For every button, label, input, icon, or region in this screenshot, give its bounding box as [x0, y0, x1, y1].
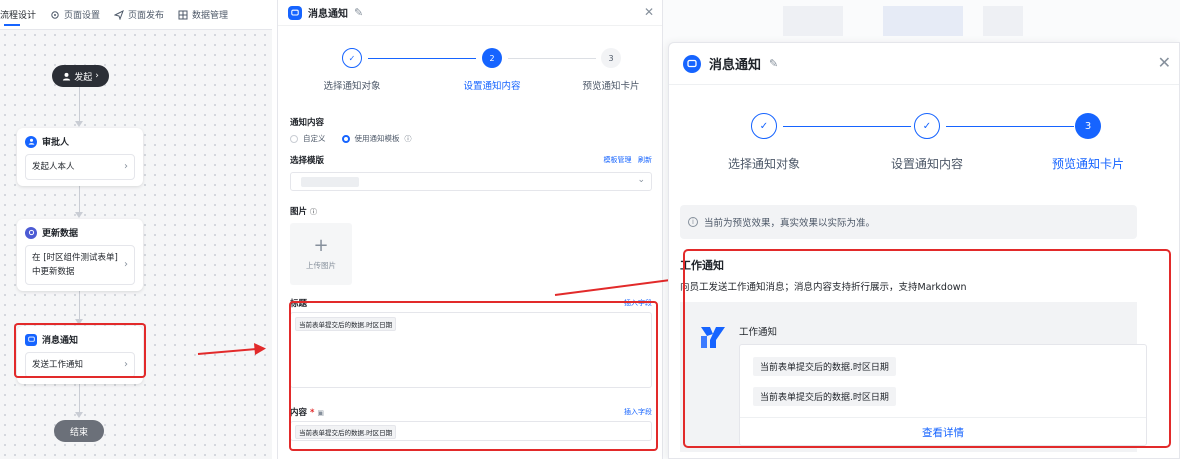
user-icon — [63, 72, 71, 81]
close-icon[interactable]: ✕ — [1158, 53, 1171, 72]
step-line — [508, 58, 596, 59]
preview-panel-header: 消息通知 ✎ — [669, 43, 1179, 85]
blurred-region — [983, 6, 1023, 36]
update-data-line2: 中更新数据 — [32, 267, 75, 277]
approver-node-value: 发起人本人 — [32, 162, 75, 172]
close-icon[interactable]: ✕ — [644, 5, 654, 19]
edit-icon[interactable]: ✎ — [769, 57, 778, 70]
update-data-node[interactable]: 更新数据 在 [时区组件测试表单] 中更新数据 › — [17, 219, 143, 291]
step-line — [368, 58, 476, 59]
radio-template[interactable] — [341, 134, 350, 143]
tab-flow-design[interactable]: 流程设计 — [0, 8, 37, 26]
update-data-node-body[interactable]: 在 [时区组件测试表单] 中更新数据 › — [25, 245, 135, 285]
step-1-circle: ✓ — [751, 113, 777, 139]
top-nav: 流程设计 页面设置 页面发布 数据管理 — [0, 0, 272, 30]
tab-page-settings[interactable]: 页面设置 — [50, 8, 100, 21]
content-type-radios: 自定义 使用通知模板 ⓘ — [290, 133, 652, 144]
start-node[interactable]: 发起 › — [52, 65, 109, 87]
chevron-right-icon: › — [124, 161, 128, 172]
tab-page-publish-label: 页面发布 — [128, 11, 165, 21]
start-node-label: 发起 — [74, 72, 93, 83]
highlight-box-preview — [683, 249, 1171, 448]
update-data-node-title: 更新数据 — [42, 229, 79, 239]
blurred-value — [301, 177, 359, 187]
red-arrow-icon — [197, 343, 266, 355]
refresh-icon — [25, 226, 37, 239]
radio-template-label[interactable]: 使用通知模板 — [355, 133, 400, 144]
step-1-circle: ✓ — [342, 48, 362, 68]
connector-arrow — [75, 412, 83, 418]
template-label: 选择模版 — [290, 156, 325, 166]
step-1-label[interactable]: 选择通知对象 — [323, 78, 380, 92]
connector — [79, 87, 80, 125]
info-icon: i — [688, 217, 698, 227]
preview-notice-text: 当前为预览效果，真实效果以实际为准。 — [704, 218, 876, 229]
grid-icon — [178, 10, 188, 19]
step-1-label[interactable]: 选择通知对象 — [728, 155, 800, 172]
upload-image-label: 上传图片 — [306, 260, 336, 270]
help-icon: ⓘ — [404, 134, 412, 143]
edit-icon[interactable]: ✎ — [354, 6, 363, 19]
connector-arrow — [75, 121, 83, 127]
tab-page-settings-label: 页面设置 — [64, 11, 101, 21]
update-data-line1: 在 [时区组件测试表单] — [32, 253, 118, 263]
tab-flow-design-label: 流程设计 — [0, 11, 37, 21]
flow-canvas[interactable]: 流程设计 页面设置 页面发布 数据管理 发起 › 审批人 发起人本人 › 更新数… — [0, 0, 272, 459]
step-3-circle: 3 — [1075, 113, 1101, 139]
highlight-box-node — [14, 323, 146, 378]
send-icon — [114, 9, 124, 20]
preview-panel-title: 消息通知 — [709, 58, 762, 73]
end-node-label: 结束 — [69, 427, 88, 438]
chevron-right-icon: › — [95, 71, 99, 81]
image-label: 图片 ⓘ — [290, 207, 317, 217]
step-2-circle: ✓ — [914, 113, 940, 139]
panel-title: 消息通知 — [308, 9, 348, 20]
steps: ✓ 2 3 选择通知对象 设置通知内容 预览通知卡片 — [298, 48, 644, 98]
step-3-label[interactable]: 预览通知卡片 — [582, 78, 639, 92]
chat-icon — [288, 5, 302, 20]
screenshot-root: 流程设计 页面设置 页面发布 数据管理 发起 › 审批人 发起人本人 › 更新数… — [0, 0, 1180, 459]
panel-header: 消息通知 ✎ — [278, 0, 662, 26]
gear-icon — [51, 10, 59, 19]
radio-custom-label[interactable]: 自定义 — [303, 133, 326, 144]
chevron-right-icon: › — [124, 259, 128, 270]
step-2-circle: 2 — [482, 48, 502, 68]
tab-data-manage[interactable]: 数据管理 — [178, 8, 228, 21]
template-refresh-link[interactable]: 刷新 — [638, 156, 652, 164]
chat-icon — [683, 54, 701, 73]
help-icon: ⓘ — [309, 208, 317, 216]
radio-custom[interactable] — [290, 134, 298, 143]
blurred-region — [883, 6, 963, 36]
approver-node[interactable]: 审批人 发起人本人 › — [17, 128, 143, 186]
user-icon — [25, 135, 37, 148]
approver-node-title: 审批人 — [42, 138, 70, 148]
tab-page-publish[interactable]: 页面发布 — [114, 8, 164, 21]
template-select[interactable]: ⌄ — [290, 172, 652, 191]
plus-icon: + — [313, 234, 329, 256]
approver-node-body[interactable]: 发起人本人 › — [25, 154, 135, 180]
content-label: 通知内容 — [290, 118, 325, 128]
template-manage-link[interactable]: 模板管理 — [603, 156, 631, 164]
highlight-box-form — [289, 301, 658, 451]
end-node: 结束 — [54, 420, 104, 442]
connector-arrow — [75, 212, 83, 218]
step-2-label[interactable]: 设置通知内容 — [463, 78, 520, 92]
upload-image-button[interactable]: + 上传图片 — [290, 223, 352, 285]
step-2-label[interactable]: 设置通知内容 — [891, 155, 963, 172]
blurred-region — [783, 6, 843, 36]
steps: ✓ ✓ 3 选择通知对象 设置通知内容 预览通知卡片 — [689, 113, 1159, 173]
preview-notice: i 当前为预览效果，真实效果以实际为准。 — [680, 205, 1137, 239]
step-3-circle: 3 — [601, 48, 621, 68]
step-line — [946, 126, 1074, 127]
step-line — [783, 126, 911, 127]
chevron-down-icon: ⌄ — [637, 175, 645, 185]
tab-data-manage-label: 数据管理 — [192, 11, 229, 21]
step-3-label[interactable]: 预览通知卡片 — [1052, 155, 1124, 172]
